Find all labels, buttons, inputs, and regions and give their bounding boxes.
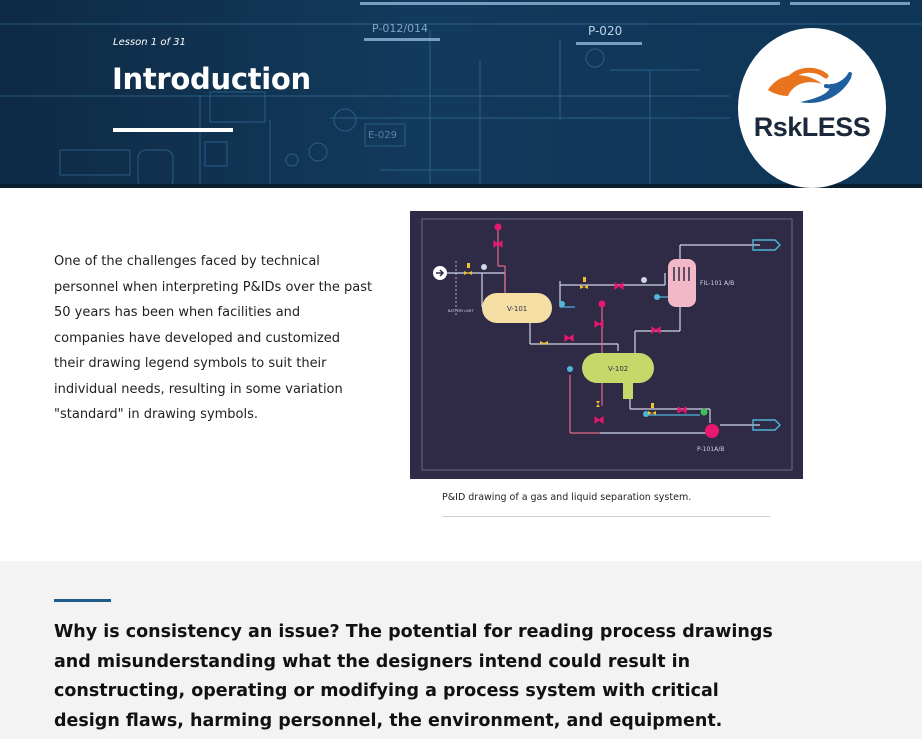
filter-fil101 bbox=[668, 259, 696, 307]
lesson-counter: Lesson 1 of 31 bbox=[113, 37, 186, 48]
pid-diagram: V-101 V-102 FIL-101 A/B P-101A/B BATTERY… bbox=[421, 218, 793, 471]
callout-accent-bar bbox=[54, 599, 111, 602]
logo-wordmark-less: LESS bbox=[801, 112, 871, 142]
v102-label: V-102 bbox=[608, 365, 628, 373]
intro-line: 50 years has been when facilities and bbox=[54, 305, 301, 320]
callout-statement: Why is consistency an issue? The potenti… bbox=[54, 622, 773, 731]
pump-label: P-101A/B bbox=[697, 446, 724, 453]
intro-line: their drawing legend symbols to suit the… bbox=[54, 356, 327, 371]
blueprint-label-p020: P-020 bbox=[588, 24, 622, 38]
filter-label: FIL-101 A/B bbox=[700, 280, 734, 287]
figure-caption: P&ID drawing of a gas and liquid separat… bbox=[442, 492, 692, 503]
battery-limit-label: BATTERY LIMIT bbox=[448, 309, 474, 313]
logo-wordmark: RskLESS bbox=[740, 112, 884, 143]
pump-p101 bbox=[705, 424, 719, 438]
intro-line: "standard" in drawing symbols. bbox=[54, 407, 259, 422]
blueprint-label-p012: P-012/014 bbox=[372, 22, 428, 35]
title-underline bbox=[113, 128, 233, 132]
intro-line: companies have developed and customized bbox=[54, 330, 341, 346]
intro-line: personnel when interpreting P&IDs over t… bbox=[54, 279, 373, 295]
lesson-title: Introduction bbox=[112, 62, 311, 96]
banner-bottom-border bbox=[0, 184, 922, 188]
valves bbox=[493, 240, 687, 424]
blueprint-label-e029: E-029 bbox=[368, 130, 397, 141]
intro-paragraph: One of the challenges faced by technical… bbox=[54, 249, 374, 428]
caption-divider bbox=[442, 516, 770, 517]
v101-label: V-101 bbox=[507, 305, 527, 313]
intro-line: individual needs, resulting in some vari… bbox=[54, 381, 343, 397]
logo-wordmark-rsk: Rsk bbox=[753, 112, 803, 142]
intro-line: One of the challenges faced by technical bbox=[54, 254, 320, 269]
pid-diagram-image: V-101 V-102 FIL-101 A/B P-101A/B BATTERY… bbox=[410, 211, 803, 479]
rskless-logo-icon bbox=[768, 67, 852, 103]
